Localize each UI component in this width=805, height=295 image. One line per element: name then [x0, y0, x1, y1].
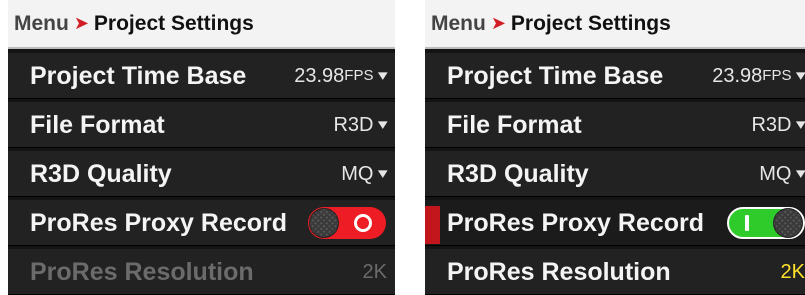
setting-label: File Format	[447, 111, 582, 139]
setting-value: R3D▾	[333, 102, 389, 148]
chevron-down-icon: ▾	[796, 102, 805, 148]
setting-row-prores-resolution[interactable]: ProRes Resolution 2K	[425, 249, 805, 295]
setting-label: ProRes Resolution	[30, 258, 254, 286]
chevron-down-icon: ▾	[378, 67, 389, 84]
prores-proxy-toggle[interactable]	[727, 207, 805, 239]
setting-row-project-time-base[interactable]: Project Time Base 23.98FPS▾	[425, 53, 805, 99]
selection-indicator	[425, 206, 440, 244]
setting-row-project-time-base[interactable]: Project Time Base 23.98FPS▾	[8, 53, 395, 99]
toggle-knob	[309, 208, 339, 238]
page-title: Project Settings	[510, 11, 671, 35]
setting-label: Project Time Base	[447, 62, 664, 90]
on-mark-icon	[745, 215, 749, 231]
setting-value: 23.98FPS▾	[294, 53, 389, 99]
setting-label: R3D Quality	[447, 160, 589, 188]
breadcrumb-arrow-icon: ➤	[490, 13, 506, 33]
setting-label: ProRes Proxy Record	[30, 209, 288, 237]
setting-row-prores-proxy-record[interactable]: ProRes Proxy Record	[8, 200, 395, 246]
setting-row-prores-proxy-record[interactable]: ProRes Proxy Record	[425, 200, 805, 246]
value-text: 2K	[362, 261, 387, 283]
breadcrumb-menu-link[interactable]: Menu	[14, 12, 69, 36]
toggle-knob	[773, 208, 803, 238]
setting-value: MQ▾	[341, 151, 389, 197]
setting-value: 23.98FPS▾	[712, 53, 805, 99]
chevron-down-icon: ▾	[796, 53, 805, 99]
value-text: MQ	[759, 163, 792, 185]
value-text: R3D	[333, 114, 374, 136]
menu-panel-right: Menu ➤ Project Settings Project Time Bas…	[425, 0, 805, 295]
breadcrumb: Menu ➤ Project Settings	[425, 0, 805, 49]
value-unit: FPS	[762, 67, 792, 84]
setting-label: ProRes Resolution	[447, 258, 671, 286]
value-text: 2K	[780, 261, 805, 283]
setting-row-prores-resolution: ProRes Resolution 2K	[8, 249, 395, 295]
setting-value: 2K	[781, 249, 805, 295]
setting-value: 2K	[363, 249, 387, 295]
value-text: MQ	[341, 163, 374, 185]
setting-row-r3d-quality[interactable]: R3D Quality MQ▾	[425, 151, 805, 197]
value-text: 23.98	[294, 65, 345, 87]
setting-label: ProRes Proxy Record	[447, 209, 705, 237]
value-text: R3D	[751, 114, 792, 136]
prores-proxy-toggle[interactable]	[308, 207, 386, 239]
setting-row-file-format[interactable]: File Format R3D▾	[425, 102, 805, 148]
value-unit: FPS	[344, 67, 374, 84]
menu-panel-left: Menu ➤ Project Settings Project Time Bas…	[8, 0, 395, 295]
off-mark-icon	[354, 214, 372, 232]
setting-row-r3d-quality[interactable]: R3D Quality MQ▾	[8, 151, 395, 197]
breadcrumb-arrow-icon: ➤	[73, 13, 89, 33]
setting-value: MQ▾	[759, 151, 805, 197]
setting-label: R3D Quality	[30, 160, 172, 188]
setting-value: R3D▾	[751, 102, 805, 148]
chevron-down-icon: ▾	[378, 116, 389, 133]
value-text: 23.98	[712, 65, 763, 87]
page-title: Project Settings	[93, 11, 254, 35]
breadcrumb-menu-link[interactable]: Menu	[431, 12, 486, 36]
setting-row-file-format[interactable]: File Format R3D▾	[8, 102, 395, 148]
chevron-down-icon: ▾	[796, 151, 805, 197]
chevron-down-icon: ▾	[378, 165, 389, 182]
setting-label: File Format	[30, 111, 165, 139]
setting-label: Project Time Base	[30, 62, 247, 90]
breadcrumb: Menu ➤ Project Settings	[8, 0, 395, 49]
